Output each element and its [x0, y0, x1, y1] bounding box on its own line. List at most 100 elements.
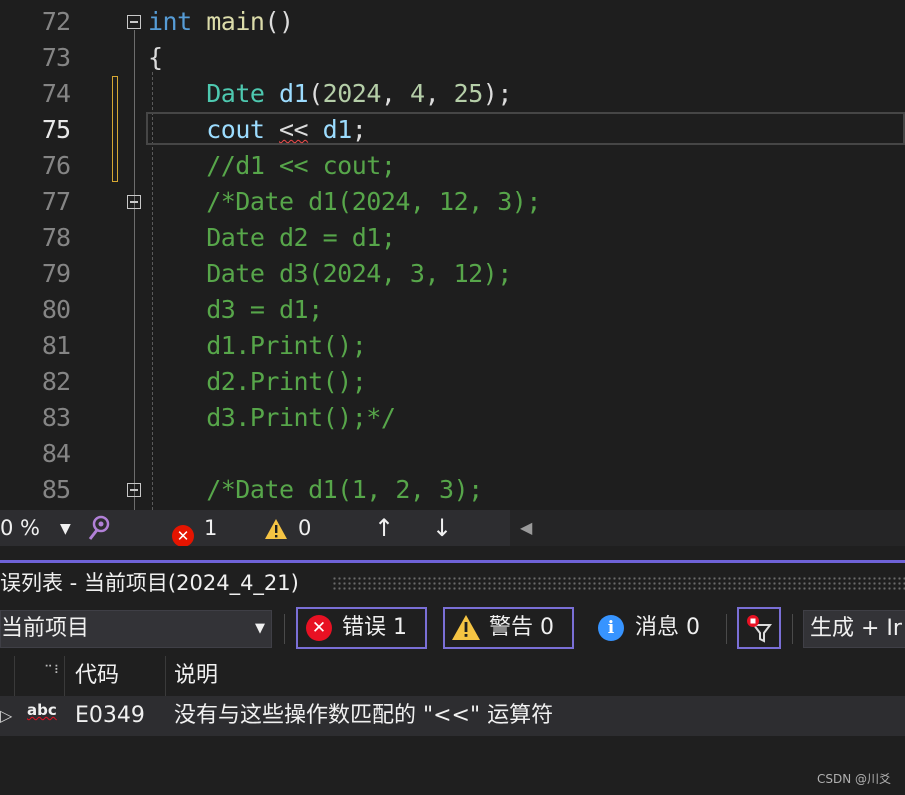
previous-issue-button[interactable]: ↑ — [374, 510, 394, 546]
error-list-header: ⠉⠇ 代码 说明 — [0, 656, 905, 696]
column-chooser-icon[interactable]: ⠉⠇ — [44, 650, 64, 690]
zoom-level[interactable]: 0 % — [0, 510, 40, 546]
toolbar-separator — [284, 614, 285, 644]
code-text[interactable]: //d1 << cout; — [148, 148, 396, 184]
error-list-panel: 误列表 - 当前项目(2024_4_21) 当前项目 ▼ ✕ 错误 1 警告 0… — [0, 546, 905, 795]
code-token: Date — [206, 79, 265, 108]
scroll-left-icon[interactable]: ◀ — [520, 510, 532, 546]
collapse-icon[interactable] — [127, 483, 141, 497]
code-token: 2024 — [322, 79, 382, 108]
code-text[interactable]: d3 = d1; — [148, 292, 323, 328]
code-line[interactable]: 84 — [0, 436, 905, 472]
column-separator[interactable] — [165, 656, 166, 696]
error-code: E0349 — [75, 703, 145, 728]
error-count[interactable]: 1 — [204, 510, 217, 546]
code-token: 4 — [410, 79, 425, 108]
code-token: ( — [308, 79, 323, 108]
code-token: d1 — [322, 115, 353, 144]
errors-filter-button[interactable]: ✕ 错误 1 — [296, 607, 427, 649]
code-line[interactable]: 79 Date d3(2024, 3, 12); — [0, 256, 905, 292]
code-token: d1.Print(); — [148, 331, 367, 360]
toolbar-separator — [792, 614, 793, 644]
code-token: Date d2 = d1; — [148, 223, 396, 252]
filter-button[interactable] — [737, 607, 781, 649]
code-token: { — [148, 43, 163, 72]
line-number: 85 — [41, 475, 71, 504]
collapse-icon[interactable] — [127, 195, 141, 209]
code-text[interactable]: Date d2 = d1; — [148, 220, 396, 256]
panel-drag-handle[interactable] — [332, 576, 905, 590]
expand-row-icon[interactable]: ▷ — [0, 696, 12, 736]
warnings-filter-label: 警告 0 — [489, 615, 554, 640]
chevron-down-icon[interactable]: ▼ — [60, 511, 71, 547]
code-line[interactable]: 82 d2.Print(); — [0, 364, 905, 400]
errors-filter-label: 错误 1 — [342, 615, 407, 640]
line-number: 73 — [41, 43, 71, 72]
code-token: Date d3(2024, 3, 12); — [148, 259, 512, 288]
code-text[interactable]: { — [148, 40, 163, 76]
error-squiggle: << — [279, 115, 309, 144]
watermark: CSDN @川爻 — [816, 772, 891, 786]
column-separator[interactable] — [14, 656, 15, 696]
code-line[interactable]: 75 cout << d1; — [0, 112, 905, 148]
line-number: 76 — [41, 151, 71, 180]
code-line[interactable]: 80 d3 = d1; — [0, 292, 905, 328]
code-line[interactable]: 85 /*Date d1(1, 2, 3); — [0, 472, 905, 508]
code-line[interactable]: 76 //d1 << cout; — [0, 148, 905, 184]
code-token: d2.Print(); — [148, 367, 367, 396]
column-separator[interactable] — [64, 656, 65, 696]
code-line[interactable]: 74 Date d1(2024, 4, 25); — [0, 76, 905, 112]
collapse-icon[interactable] — [127, 15, 141, 29]
line-number: 82 — [41, 367, 71, 396]
code-token: main — [206, 7, 265, 36]
code-text[interactable]: /*Date d1(1, 2, 3); — [148, 472, 483, 508]
line-number: 75 — [41, 115, 71, 144]
code-token: /*Date d1(2024, 12, 3); — [148, 187, 541, 216]
code-text[interactable]: d1.Print(); — [148, 328, 367, 364]
code-token: , — [380, 79, 410, 108]
filter-icon — [745, 613, 775, 656]
code-text[interactable]: /*Date d1(2024, 12, 3); — [148, 184, 541, 220]
line-number: 79 — [41, 259, 71, 288]
code-editor[interactable]: 72 int main() 73{74 Date d1(2024, 4, 25); 7… — [0, 0, 905, 510]
horizontal-scrollbar[interactable]: ◀ — [510, 510, 905, 546]
code-line[interactable]: 83 d3.Print();*/ — [0, 400, 905, 436]
next-issue-button[interactable]: ↓ — [432, 510, 452, 546]
code-token: /*Date d1(1, 2, 3); — [148, 475, 483, 504]
messages-filter-button[interactable]: i 消息 0 — [587, 607, 715, 649]
code-line[interactable]: 81 d1.Print(); — [0, 328, 905, 364]
code-column-header[interactable]: 代码 — [75, 656, 119, 696]
code-text[interactable]: cout << d1; — [148, 112, 367, 148]
code-line[interactable]: 72 int main() — [0, 4, 905, 40]
code-line[interactable]: 78 Date d2 = d1; — [0, 220, 905, 256]
chevron-down-icon: ▼ — [255, 621, 265, 636]
table-row[interactable]: ▷ abc E0349 没有与这些操作数匹配的 "<<" 运算符 — [0, 696, 905, 736]
code-token: d3 = d1; — [148, 295, 323, 324]
code-line[interactable]: 77 /*Date d1(2024, 12, 3); — [0, 184, 905, 220]
code-text[interactable]: Date d3(2024, 3, 12); — [148, 256, 512, 292]
code-text[interactable]: Date d1(2024, 4, 25); — [148, 76, 512, 112]
panel-title[interactable]: 误列表 - 当前项目(2024_4_21) — [0, 566, 299, 600]
warnings-filter-button[interactable]: 警告 0 — [443, 607, 574, 649]
info-icon: i — [598, 615, 624, 641]
code-line[interactable]: 73 { — [0, 40, 905, 76]
line-number: 84 — [41, 439, 71, 468]
description-column-header[interactable]: 说明 — [174, 656, 218, 696]
warning-count[interactable]: 0 — [298, 510, 311, 546]
code-text[interactable]: int main() — [148, 4, 294, 40]
code-token: cout — [206, 115, 265, 144]
line-number: 77 — [41, 187, 71, 216]
code-token: d1 — [279, 79, 309, 108]
warning-icon — [451, 614, 481, 654]
code-text[interactable]: d3.Print();*/ — [148, 400, 396, 436]
code-token: ); — [482, 79, 513, 108]
line-number: 80 — [41, 295, 71, 324]
code-text[interactable]: d2.Print(); — [148, 364, 367, 400]
scope-dropdown[interactable]: 当前项目 ▼ — [0, 610, 272, 648]
build-intellisense-dropdown[interactable]: 生成 + Ir — [803, 610, 905, 648]
